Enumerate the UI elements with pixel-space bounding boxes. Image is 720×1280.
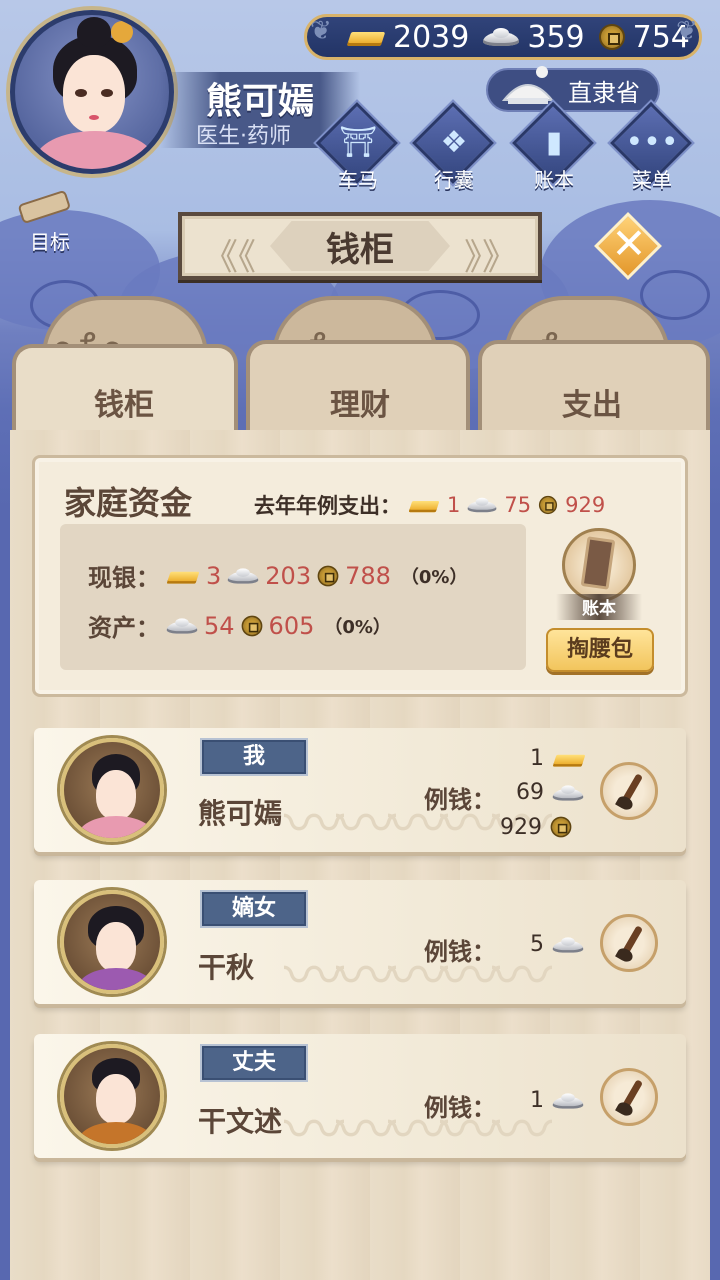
member-name: 干文述: [198, 1105, 283, 1138]
ledger-label[interactable]: 账本: [556, 594, 642, 620]
bundle-icon: ❖: [440, 124, 468, 160]
pay-from-pocket-button[interactable]: 掏腰包: [546, 628, 654, 672]
expense-copper: 929: [565, 493, 606, 517]
nav-ledger-button[interactable]: ▮ 账本: [511, 101, 595, 192]
member-avatar[interactable]: [60, 738, 164, 842]
edit-brush-button[interactable]: [600, 914, 658, 972]
nav-bag-label: 行囊: [434, 168, 474, 192]
assets-silver: 54: [204, 611, 235, 640]
member-name: 干秋: [198, 951, 255, 984]
silver-ingot-icon: [552, 783, 584, 802]
tab-expense-label[interactable]: 支出: [562, 380, 622, 424]
character-title: 医生·药师: [196, 124, 291, 149]
expense-gold: 1: [447, 493, 461, 517]
copper-coin-icon: [539, 495, 558, 515]
cash-percent: （0%）: [400, 566, 468, 588]
silver-ingot-icon: [552, 1091, 584, 1110]
allowance-gold: 1: [530, 746, 588, 771]
goal-label[interactable]: 目标: [30, 226, 70, 255]
allowance-silver: 69: [516, 780, 586, 805]
page-title-banner: 《《 钱柜 》》: [178, 212, 542, 280]
nav-menu-button[interactable]: ••• 菜单: [609, 101, 693, 192]
silver-ingot-icon: [227, 566, 259, 585]
gold-ingot-icon: [167, 566, 199, 585]
assets-percent: （0%）: [324, 616, 391, 638]
copper-coin-icon: [241, 615, 262, 636]
more-dots-icon: •••: [625, 124, 679, 160]
bamboo-decoration-icon: ❦: [676, 16, 698, 46]
location-label: 直隶省: [568, 78, 640, 107]
expense-silver: 75: [504, 493, 532, 517]
role-tag: 丈夫: [200, 1044, 308, 1082]
silver-amount: 359: [527, 19, 585, 55]
gold-ingot-icon: [409, 496, 439, 514]
nav-menu-label: 菜单: [632, 168, 672, 192]
gold-amount: 2039: [393, 19, 470, 55]
allowance-silver: 1: [530, 1088, 586, 1113]
member-avatar[interactable]: [60, 890, 164, 994]
silver-ingot-icon: [166, 616, 198, 635]
silver-ingot-icon: [552, 935, 584, 954]
close-icon[interactable]: ✕: [606, 218, 652, 270]
tab-finance-label[interactable]: 理财: [330, 380, 390, 424]
assets-label: 资产：: [88, 614, 160, 642]
annual-expense: 去年年例支出： 1 75 929: [254, 490, 605, 520]
allowance-silver: 5: [530, 932, 586, 957]
resource-bar: 2039 359 754: [304, 14, 702, 60]
copper-coin-icon: [550, 816, 572, 838]
nav-cart-label: 车马: [338, 168, 378, 192]
cash-gold: 3: [206, 561, 222, 590]
silver-ingot-icon: [467, 496, 497, 514]
scroll-icon[interactable]: [14, 186, 74, 226]
funds-title: 家庭资金: [64, 484, 193, 522]
carriage-icon: ⛩: [338, 124, 378, 160]
gold-ingot-icon: [553, 749, 585, 768]
edit-brush-button[interactable]: [600, 1068, 658, 1126]
nav-bag-button[interactable]: ❖ 行囊: [411, 101, 495, 192]
allowance-label: 例钱：: [424, 1094, 496, 1122]
gold-ingot-icon: [347, 26, 385, 48]
assets-copper: 605: [268, 611, 315, 640]
nav-ledger-label: 账本: [534, 168, 574, 192]
member-avatar[interactable]: [60, 1044, 164, 1148]
book-icon: ▮: [545, 124, 563, 160]
copper-coin-icon: [598, 24, 625, 50]
expense-label: 去年年例支出：: [254, 494, 401, 518]
role-tag: 嫡女: [200, 890, 308, 928]
edit-brush-button[interactable]: [600, 762, 658, 820]
silver-ingot-icon: [483, 26, 520, 48]
page-title: 钱柜: [270, 221, 450, 271]
member-name: 熊可嫣: [198, 797, 283, 830]
cash-copper: 788: [345, 561, 391, 590]
nav-cart-button[interactable]: ⛩ 车马: [315, 101, 399, 192]
player-avatar[interactable]: [10, 10, 174, 174]
allowance-copper: 929: [500, 814, 574, 840]
cash-silver: 203: [265, 561, 312, 590]
character-name: 熊可嫣: [206, 81, 315, 122]
allowance-label: 例钱：: [424, 938, 496, 966]
assets-row: 资产： 54 605 （0%）: [88, 608, 391, 643]
bamboo-decoration-icon: ❦: [310, 16, 332, 46]
lamp-icon: [501, 66, 555, 104]
copper-coin-icon: [317, 565, 339, 586]
funds-detail-box: [60, 524, 526, 670]
cash-label: 现银：: [88, 564, 160, 592]
tab-cashbox-label[interactable]: 钱柜: [94, 380, 154, 424]
allowance-label: 例钱：: [424, 786, 496, 814]
role-tag: 我: [200, 738, 308, 776]
cash-row: 现银： 3 203 788 （0%）: [88, 558, 467, 593]
